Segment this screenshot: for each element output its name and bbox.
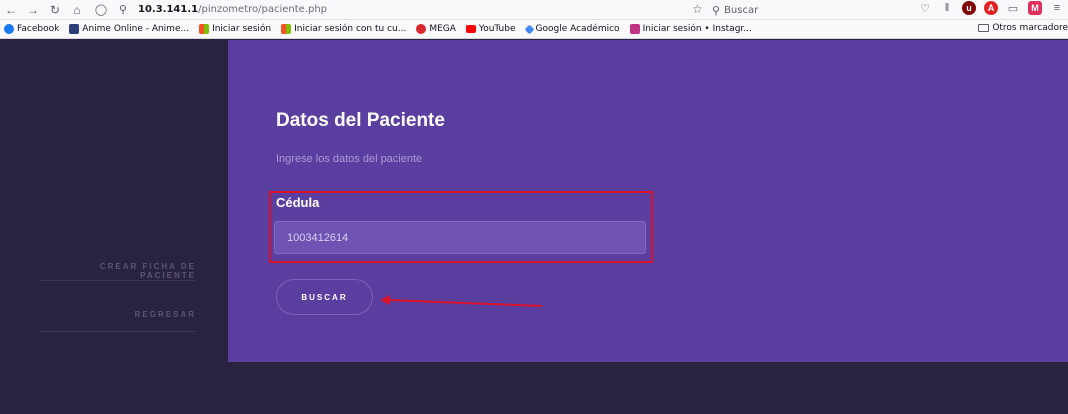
search-placeholder: Buscar [724,4,759,16]
sidebar-divider [40,331,196,332]
annotation-highlight-box [269,191,653,263]
youtube-icon [465,25,476,33]
bookmark-label: Iniciar sesión [212,24,272,34]
page-footer [0,362,1068,414]
pocket-icon[interactable]: ♡ [918,1,932,15]
other-bookmarks[interactable]: Otros marcadore [978,23,1068,33]
microsoft-icon [199,24,210,34]
microsoft-icon [281,24,292,34]
facebook-icon [4,24,14,34]
main-panel: Datos del Paciente Ingrese los datos del… [228,40,1068,362]
bookmark-label: Anime Online - Anime... [82,24,190,34]
bookmark-label: Iniciar sesión • Instagr... [642,24,752,34]
bookmark-item[interactable]: Iniciar sesión • Instagr... [629,24,752,34]
forward-icon[interactable]: → [22,3,44,17]
url-host: 10.3.141.1 [138,4,199,15]
search-icon: ⚲ [712,3,721,17]
lock-icon[interactable]: ⚲ [114,3,132,16]
back-icon[interactable]: ← [0,3,22,17]
page-title: Datos del Paciente [276,110,445,131]
bookmark-label: MEGA [429,24,456,34]
bookmark-item[interactable]: Anime Online - Anime... [69,24,189,34]
bookmark-label: Iniciar sesión con tu cu... [294,24,407,34]
extension-icon[interactable]: M [1028,1,1042,15]
menu-icon[interactable]: ≡ [1050,1,1064,15]
instagram-icon [629,24,640,34]
folder-icon [978,24,990,32]
library-icon[interactable]: ‖ [940,1,954,15]
buscar-button[interactable]: BUSCAR [276,279,373,315]
adblock-icon[interactable]: A [984,1,998,15]
graduation-cap-icon [524,24,534,34]
bookmark-label: Facebook [17,24,60,34]
bookmark-item[interactable]: MEGA [416,24,456,34]
other-bookmarks-label: Otros marcadore [992,23,1068,33]
anime-icon [69,24,80,34]
bookmark-item[interactable]: Google Académico [524,24,620,34]
reload-icon[interactable]: ↻ [44,3,66,17]
bookmark-label: Google Académico [535,24,620,34]
sidebar-item-regresar[interactable]: REGRESAR [40,310,196,319]
sidebar: CREAR FICHA DE PACIENTE REGRESAR [0,40,228,362]
address-bar[interactable]: 10.3.141.1/pinzometro/paciente.php [138,2,327,18]
arrow-head [380,295,390,305]
sidebar-divider [40,280,196,281]
sidebar-item-crear-ficha[interactable]: CREAR FICHA DE PACIENTE [40,262,196,280]
page-subtitle: Ingrese los datos del paciente [276,153,423,165]
browser-toolbar: ← → ↻ ⌂ ◯ ⚲ 10.3.141.1/pinzometro/pacien… [0,0,1068,20]
bookmark-item[interactable]: Iniciar sesión [199,24,271,34]
arrow-shaft [387,299,543,307]
bookmarks-bar: Facebook Anime Online - Anime... Iniciar… [0,20,1068,39]
browser-search-input[interactable]: ⚲ Buscar [712,2,892,18]
bookmark-item[interactable]: Facebook [4,24,59,34]
bookmark-label: YouTube [478,24,516,34]
bookmark-item[interactable]: YouTube [465,24,516,34]
url-path: /pinzometro/paciente.php [198,4,328,15]
bookmark-star-icon[interactable]: ☆ [692,2,703,16]
sidebar-icon[interactable]: ▭ [1006,1,1020,15]
mega-icon [416,24,427,34]
shield-icon[interactable]: ◯ [92,3,110,16]
annotation-arrow-icon [380,295,543,307]
ublock-icon[interactable]: u [962,1,976,15]
home-icon[interactable]: ⌂ [66,3,88,17]
bookmark-item[interactable]: Iniciar sesión con tu cu... [281,24,406,34]
toolbar-extensions: ♡ ‖ u A ▭ M ≡ [918,1,1064,15]
